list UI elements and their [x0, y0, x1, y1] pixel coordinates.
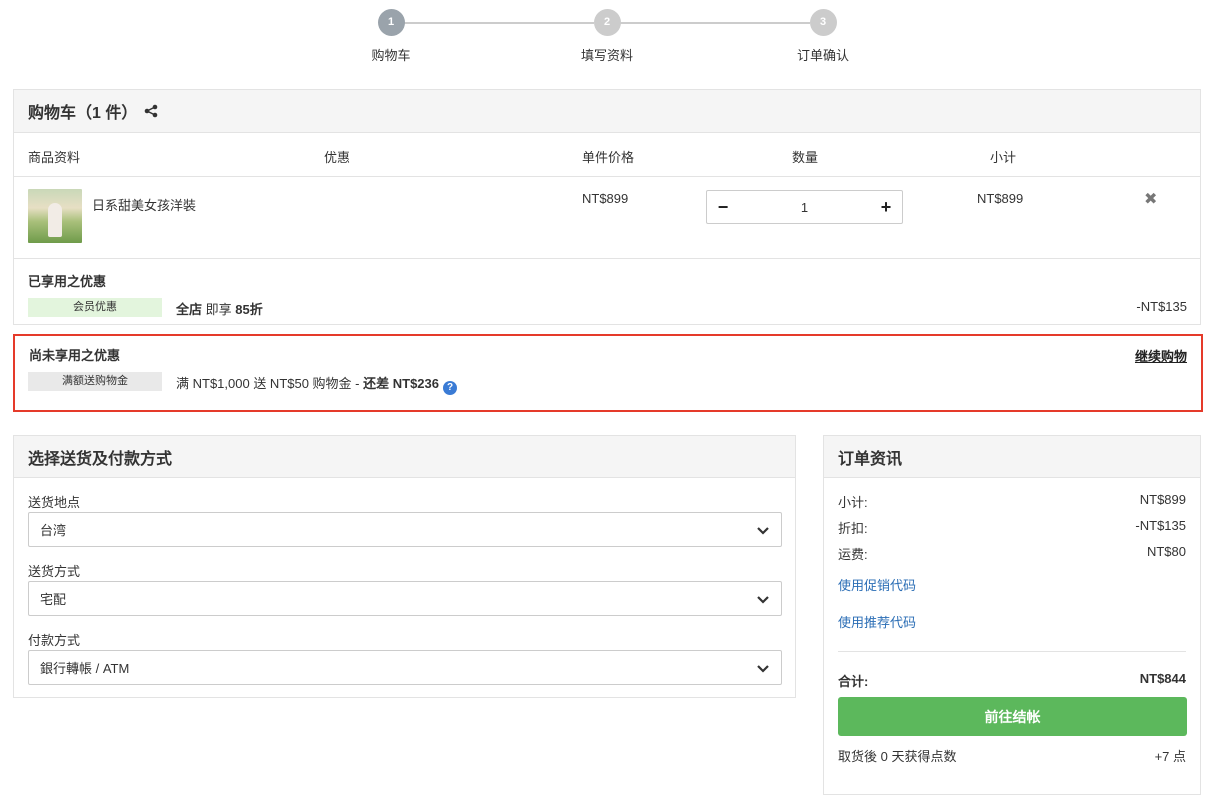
delivery-location-select[interactable]: 台湾 [28, 512, 782, 547]
promo-code-link[interactable]: 使用促销代码 [838, 575, 916, 594]
step-number: 1 [377, 9, 405, 36]
applied-promo-amount: -NT$135 [1136, 299, 1187, 314]
order-divider [838, 651, 1186, 652]
unused-promo-remaining: 还差 NT$236 [363, 376, 439, 391]
order-points-value: +7 点 [1154, 749, 1186, 764]
payment-method-label: 付款方式 [28, 633, 81, 648]
product-subtotal: NT$899 [977, 191, 1024, 206]
col-product: 商品资料 [28, 150, 81, 165]
col-discount: 优惠 [324, 150, 351, 165]
order-points-label: 取货後 0 天获得点数 [838, 749, 957, 764]
unused-promo-condition: 满 NT$1,000 送 NT$50 购物金 - [176, 376, 364, 391]
order-total-row: 合计: NT$844 [838, 671, 1186, 690]
order-points-row: 取货後 0 天获得点数 +7 点 [838, 746, 1186, 765]
applied-promo-text: 全店 即享 85折 [176, 299, 263, 318]
cart-header: 购物车（1 件） [14, 90, 1200, 133]
member-discount-tag: 会员优惠 [28, 298, 162, 317]
order-total-label: 合计: [838, 674, 869, 689]
delivery-method-label: 送货方式 [28, 564, 81, 579]
step-confirm: 3 订单确认 [763, 9, 883, 64]
checkout-button[interactable]: 前往结帐 [838, 697, 1187, 736]
step-cart: 1 购物车 [331, 9, 451, 64]
help-icon[interactable]: ? [443, 381, 457, 395]
order-discount-row: 折扣: -NT$135 [838, 518, 1186, 537]
continue-shopping-link[interactable]: 继续购物 [1135, 346, 1187, 365]
applied-promotions-title: 已享用之优惠 [28, 274, 107, 289]
referral-code-link[interactable]: 使用推荐代码 [838, 612, 916, 631]
step-label: 填写资料 [580, 48, 633, 63]
quantity-value[interactable]: 1 [801, 200, 808, 215]
product-thumbnail[interactable] [28, 189, 82, 243]
shipping-panel-title: 选择送货及付款方式 [14, 436, 795, 478]
order-subtotal-row: 小计: NT$899 [838, 492, 1186, 511]
unused-promotions: 尚未享用之优惠 继续购物 满额送购物金 满 NT$1,000 送 NT$50 购… [13, 334, 1203, 412]
order-info-panel: 订单资讯 小计: NT$899 折扣: -NT$135 运费: NT$80 使用… [823, 435, 1201, 795]
order-shipping-row: 运费: NT$80 [838, 544, 1186, 563]
order-shipping-value: NT$80 [1146, 544, 1186, 559]
cart-column-headers: 商品资料 优惠 单件价格 数量 小计 [14, 133, 1200, 177]
spend-reward-tag: 满额送购物金 [28, 372, 162, 391]
chevron-down-icon [756, 661, 770, 675]
unused-promotions-title: 尚未享用之优惠 [29, 348, 121, 363]
shipping-payment-panel: 选择送货及付款方式 送货地点 台湾 送货方式 宅配 付款方式 銀行轉帳 / AT… [13, 435, 796, 698]
quantity-stepper: − 1 + [706, 190, 903, 224]
cart-item-row: 日系甜美女孩洋裝 NT$899 − 1 + NT$899 ✖ [14, 177, 1200, 259]
promo-scope: 全店 [176, 302, 203, 317]
applied-promotions: 已享用之优惠 会员优惠 全店 即享 85折 -NT$135 [14, 259, 1200, 324]
col-unit-price: 单件价格 [582, 150, 635, 165]
cart-title: 购物车（1 件） [28, 105, 138, 122]
order-subtotal-value: NT$899 [1139, 492, 1186, 507]
payment-method-select[interactable]: 銀行轉帳 / ATM [28, 650, 782, 685]
col-subtotal: 小计 [990, 150, 1017, 165]
product-unit-price: NT$899 [582, 191, 629, 206]
promo-connector: 即享 [205, 302, 232, 317]
remove-item-icon[interactable]: ✖ [1144, 189, 1157, 209]
chevron-down-icon [756, 592, 770, 606]
unused-promo-text: 满 NT$1,000 送 NT$50 购物金 - 还差 NT$236? [176, 373, 457, 395]
step-number: 2 [593, 9, 621, 36]
order-subtotal-label: 小计: [838, 495, 868, 510]
delivery-method-value: 宅配 [40, 592, 67, 607]
minus-icon[interactable]: − [717, 198, 729, 216]
plus-icon[interactable]: + [880, 198, 892, 216]
payment-method-value: 銀行轉帳 / ATM [40, 661, 130, 676]
promo-rate: 85折 [235, 302, 263, 317]
step-fill-info: 2 填写资料 [547, 9, 667, 64]
order-discount-value: -NT$135 [1135, 518, 1186, 533]
delivery-method-select[interactable]: 宅配 [28, 581, 782, 616]
product-name[interactable]: 日系甜美女孩洋裝 [92, 195, 196, 214]
order-discount-label: 折扣: [838, 521, 868, 536]
step-number: 3 [809, 9, 837, 36]
delivery-location-label: 送货地点 [28, 495, 81, 510]
order-shipping-label: 运费: [838, 547, 868, 562]
order-total-value: NT$844 [1139, 671, 1186, 686]
chevron-down-icon [756, 523, 770, 537]
step-label: 购物车 [371, 48, 411, 63]
share-icon[interactable] [144, 104, 158, 118]
checkout-steps: 1 购物车 2 填写资料 3 订单确认 [0, 9, 1216, 69]
cart-panel: 购物车（1 件） 商品资料 优惠 单件价格 数量 小计 日系甜美女孩洋裝 NT$… [13, 89, 1201, 325]
col-qty: 数量 [792, 150, 819, 165]
order-info-title: 订单资讯 [824, 436, 1200, 478]
step-label: 订单确认 [796, 48, 849, 63]
delivery-location-value: 台湾 [40, 523, 67, 538]
